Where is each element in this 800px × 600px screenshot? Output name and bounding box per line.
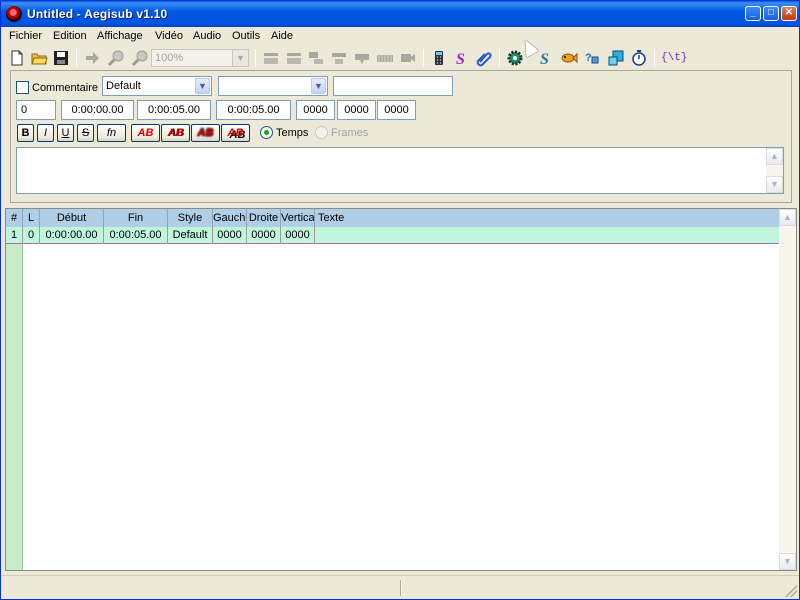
time-mode-radio[interactable] bbox=[260, 126, 273, 139]
window-title: Untitled - Aegisub v1.10 bbox=[27, 7, 168, 21]
toolbar-separator bbox=[76, 49, 77, 67]
cell-style: Default bbox=[168, 227, 213, 244]
menu-video[interactable]: Vidéo bbox=[155, 27, 183, 46]
duration-field[interactable]: 0:00:05.00 bbox=[216, 100, 291, 120]
col-header-start[interactable]: Début bbox=[40, 209, 104, 227]
margin-left-field[interactable]: 0000 bbox=[296, 100, 335, 120]
app-window: Untitled - Aegisub v1.10 _ □ ✕ Fichier E… bbox=[0, 0, 800, 600]
shadow-color-button[interactable]: AB bbox=[221, 124, 250, 142]
menu-audio[interactable]: Audio bbox=[193, 27, 221, 46]
time-mode-label: Temps bbox=[276, 127, 309, 139]
layer-field[interactable]: 0 bbox=[16, 100, 56, 120]
save-icon[interactable] bbox=[52, 49, 70, 67]
col-header-style[interactable]: Style bbox=[168, 209, 213, 227]
end-time-field[interactable]: 0:00:05.00 bbox=[137, 100, 211, 120]
resize-grip-icon[interactable] bbox=[785, 585, 797, 597]
minimize-button[interactable]: _ bbox=[745, 6, 761, 21]
bold-button[interactable]: B bbox=[17, 124, 34, 142]
outline-color-button[interactable]: AB bbox=[191, 124, 220, 142]
effect-field[interactable] bbox=[333, 76, 453, 96]
grid-header: # L Début Fin Style Gauche Droite Vertic… bbox=[6, 209, 779, 227]
cell-left: 0000 bbox=[213, 227, 247, 244]
italic-button[interactable]: I bbox=[37, 124, 54, 142]
scroll-down-icon[interactable]: ▼ bbox=[779, 553, 796, 570]
scroll-down-icon[interactable]: ▼ bbox=[766, 176, 783, 193]
frames-mode-radio[interactable] bbox=[315, 126, 328, 139]
actor-dropdown[interactable]: ▼ bbox=[218, 76, 328, 96]
col-header-vertical[interactable]: Vertical bbox=[281, 209, 315, 227]
col-header-text[interactable]: Texte bbox=[315, 209, 775, 227]
secondary-color-button[interactable]: AB bbox=[161, 124, 190, 142]
zoom-in-icon[interactable] bbox=[107, 49, 125, 67]
menu-aide[interactable]: Aide bbox=[271, 27, 293, 46]
close-button[interactable]: ✕ bbox=[781, 6, 797, 21]
zoom-dropdown[interactable]: 100% ▼ bbox=[151, 49, 249, 67]
cell-text bbox=[315, 227, 775, 244]
scroll-up-icon[interactable]: ▲ bbox=[766, 148, 783, 165]
col-header-left[interactable]: Gauche bbox=[213, 209, 247, 227]
new-file-icon[interactable] bbox=[8, 49, 26, 67]
subtitle-grid: # L Début Fin Style Gauche Droite Vertic… bbox=[5, 208, 797, 571]
style-dropdown[interactable]: Default ▼ bbox=[102, 76, 212, 96]
zoom-value: 100% bbox=[155, 52, 184, 64]
font-button[interactable]: fn bbox=[97, 124, 126, 142]
editor-scrollbar[interactable]: ▲ ▼ bbox=[766, 148, 783, 193]
title-bar[interactable]: Untitled - Aegisub v1.10 _ □ ✕ bbox=[1, 1, 799, 27]
col-header-layer[interactable]: L bbox=[23, 209, 40, 227]
cell-number: 1 bbox=[6, 227, 23, 244]
underline-button[interactable]: U bbox=[57, 124, 74, 142]
cell-vertical: 0000 bbox=[281, 227, 315, 244]
zoom-out-icon[interactable] bbox=[131, 49, 149, 67]
scroll-up-icon[interactable]: ▲ bbox=[779, 209, 796, 226]
grid-scrollbar[interactable]: ▲ ▼ bbox=[779, 209, 796, 570]
menu-affichage[interactable]: Affichage bbox=[97, 27, 143, 46]
menu-edition[interactable]: Edition bbox=[53, 27, 87, 46]
chevron-down-icon: ▼ bbox=[232, 50, 248, 66]
status-divider bbox=[400, 580, 402, 596]
aegisub-logo-icon bbox=[6, 6, 22, 22]
col-header-number[interactable]: # bbox=[6, 209, 23, 227]
cell-right: 0000 bbox=[247, 227, 281, 244]
style-value: Default bbox=[106, 80, 141, 92]
chevron-down-icon: ▼ bbox=[311, 78, 326, 94]
margin-vertical-field[interactable]: 0000 bbox=[377, 100, 416, 120]
open-folder-icon[interactable] bbox=[30, 49, 48, 67]
col-header-end[interactable]: Fin bbox=[104, 209, 168, 227]
cell-end: 0:00:05.00 bbox=[104, 227, 168, 244]
status-bar bbox=[1, 575, 799, 599]
col-header-right[interactable]: Droite bbox=[247, 209, 281, 227]
primary-color-button[interactable]: AB bbox=[131, 124, 160, 142]
table-row[interactable]: 1 0 0:00:00.00 0:00:05.00 Default 0000 0… bbox=[6, 227, 779, 244]
menu-fichier[interactable]: Fichier bbox=[9, 27, 42, 46]
chevron-down-icon: ▼ bbox=[195, 78, 210, 94]
frames-mode-label: Frames bbox=[331, 127, 369, 139]
strikeout-button[interactable]: S bbox=[77, 124, 94, 142]
maximize-button[interactable]: □ bbox=[763, 6, 779, 21]
comment-checkbox[interactable] bbox=[16, 81, 29, 94]
menu-bar: Fichier Edition Affichage Vidéo Audio Ou… bbox=[1, 27, 799, 46]
toolbar bbox=[1, 46, 799, 70]
cell-layer: 0 bbox=[23, 227, 40, 244]
cell-start: 0:00:00.00 bbox=[40, 227, 104, 244]
jump-to-icon[interactable] bbox=[83, 49, 101, 67]
comment-label: Commentaire bbox=[32, 82, 99, 94]
subtitle-text-editor[interactable]: ▲ ▼ bbox=[16, 147, 784, 194]
margin-right-field[interactable]: 0000 bbox=[337, 100, 376, 120]
row-gutter bbox=[6, 244, 23, 570]
menu-outils[interactable]: Outils bbox=[232, 27, 260, 46]
start-time-field[interactable]: 0:00:00.00 bbox=[61, 100, 134, 120]
